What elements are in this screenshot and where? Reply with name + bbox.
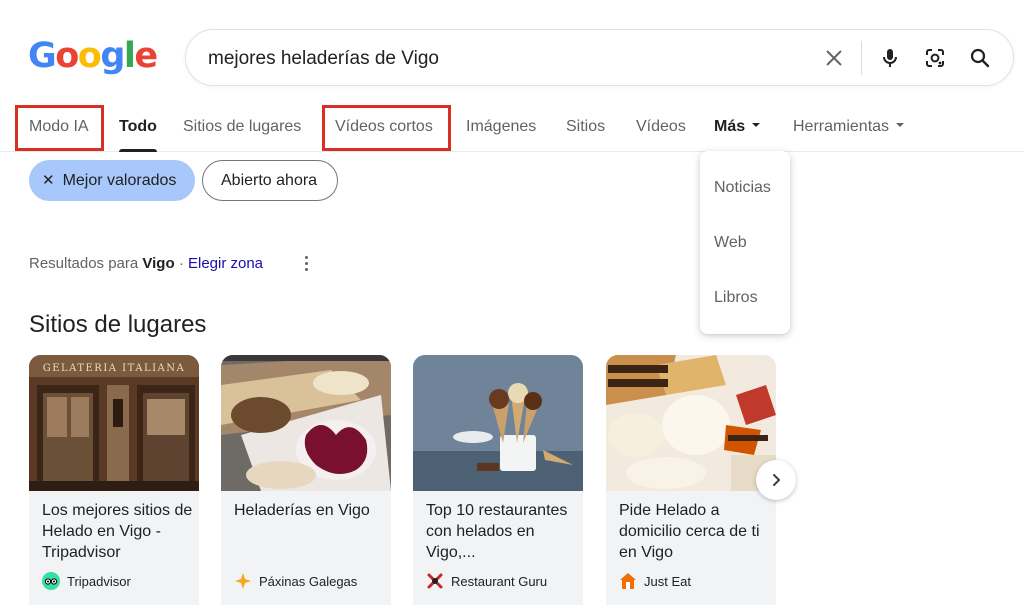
card-image-gelateria: GELATERIA ITALIANA	[29, 355, 199, 491]
lens-icon[interactable]	[921, 44, 949, 72]
caret-down-icon	[752, 122, 761, 127]
logo-letter: e	[134, 36, 158, 76]
card-source-label: Just Eat	[644, 573, 691, 589]
card-title: Pide Helado a domicilio cerca de ti en V…	[619, 502, 760, 561]
paxinas-galegas-icon	[234, 572, 252, 590]
card-source: Restaurant Guru	[426, 571, 547, 591]
search-input[interactable]	[208, 30, 798, 87]
menu-item-libros[interactable]: Libros	[714, 289, 758, 307]
choose-zone-link[interactable]: Elegir zona	[188, 255, 263, 272]
tab-mas-label: Más	[714, 118, 746, 135]
card-source: Tripadvisor	[42, 571, 131, 591]
close-icon[interactable]	[820, 44, 848, 72]
card-source: Páxinas Galegas	[234, 571, 357, 591]
mic-icon[interactable]	[876, 44, 904, 72]
tab-sitios-de-lugares[interactable]: Sitios de lugares	[183, 104, 301, 151]
carousel-next-button[interactable]	[756, 460, 796, 500]
place-card[interactable]: Heladerías en Vigo Páxinas Galegas	[221, 355, 391, 605]
card-source: Just Eat	[619, 571, 691, 591]
card-title: Heladerías en Vigo	[234, 502, 370, 519]
place-card[interactable]: Pide Helado a domicilio cerca de ti en V…	[606, 355, 776, 605]
card-image-helado-dessert	[606, 355, 776, 491]
menu-item-web[interactable]: Web	[714, 234, 747, 252]
tab-imagenes[interactable]: Imágenes	[466, 104, 536, 151]
highlight-box-videos-cortos	[322, 105, 451, 151]
logo-letter: G	[28, 36, 57, 76]
caret-down-icon	[896, 122, 905, 127]
search-tabs: Modo IA Todo Sitios de lugares Vídeos co…	[0, 104, 1024, 152]
place-card[interactable]: Top 10 restaurantes con helados en Vigo,…	[413, 355, 583, 605]
highlight-box-modo-ia	[15, 105, 104, 151]
section-title: Sitios de lugares	[29, 311, 207, 338]
just-eat-icon	[619, 572, 637, 590]
search-bar	[185, 29, 1014, 87]
results-place: Vigo	[142, 255, 175, 272]
chip-abierto-ahora[interactable]: Abierto ahora	[202, 160, 338, 201]
tab-videos[interactable]: Vídeos	[636, 104, 686, 151]
card-image-ice-cream-cones	[413, 355, 583, 491]
place-card[interactable]: GELATERIA ITALIANA Los mejores sitios de…	[29, 355, 199, 605]
logo-letter: o	[55, 36, 79, 76]
tab-sitios[interactable]: Sitios	[566, 104, 605, 151]
chip-mejor-valorados[interactable]: ✕ Mejor valorados	[29, 160, 195, 201]
card-image-ice-cream-display	[221, 355, 391, 491]
chip-label: Mejor valorados	[62, 172, 177, 189]
more-menu-dropdown: Noticias Web Libros	[700, 151, 790, 334]
tripadvisor-icon	[42, 572, 60, 590]
card-title: Top 10 restaurantes con helados en Vigo,…	[426, 502, 568, 561]
card-source-label: Páxinas Galegas	[259, 573, 358, 589]
results-separator: ·	[178, 255, 184, 272]
restaurant-guru-icon	[426, 572, 444, 590]
card-source-label: Restaurant Guru	[451, 573, 548, 589]
tab-todo[interactable]: Todo	[119, 104, 157, 152]
google-logo[interactable]: Google	[28, 34, 158, 78]
chip-label: Abierto ahora	[221, 172, 318, 189]
chevron-right-icon	[773, 474, 780, 486]
search-icon[interactable]	[966, 44, 994, 72]
tab-mas[interactable]: Más	[714, 104, 761, 151]
shop-sign: GELATERIA ITALIANA	[43, 363, 186, 374]
close-icon: ✕	[42, 172, 55, 189]
tab-herramientas-label: Herramientas	[793, 118, 890, 135]
results-prefix: Resultados para	[29, 255, 139, 272]
menu-item-noticias[interactable]: Noticias	[714, 179, 771, 197]
results-location: Resultados para Vigo · Elegir zona	[29, 255, 263, 272]
tab-herramientas[interactable]: Herramientas	[793, 104, 905, 151]
more-options-icon[interactable]	[298, 253, 314, 273]
logo-letter: o	[77, 36, 102, 76]
search-divider	[861, 41, 862, 75]
logo-letter: g	[100, 36, 125, 76]
logo-letter: l	[123, 36, 136, 76]
card-source-label: Tripadvisor	[67, 573, 131, 589]
card-title: Los mejores sitios de Helado en Vigo - T…	[42, 502, 193, 561]
